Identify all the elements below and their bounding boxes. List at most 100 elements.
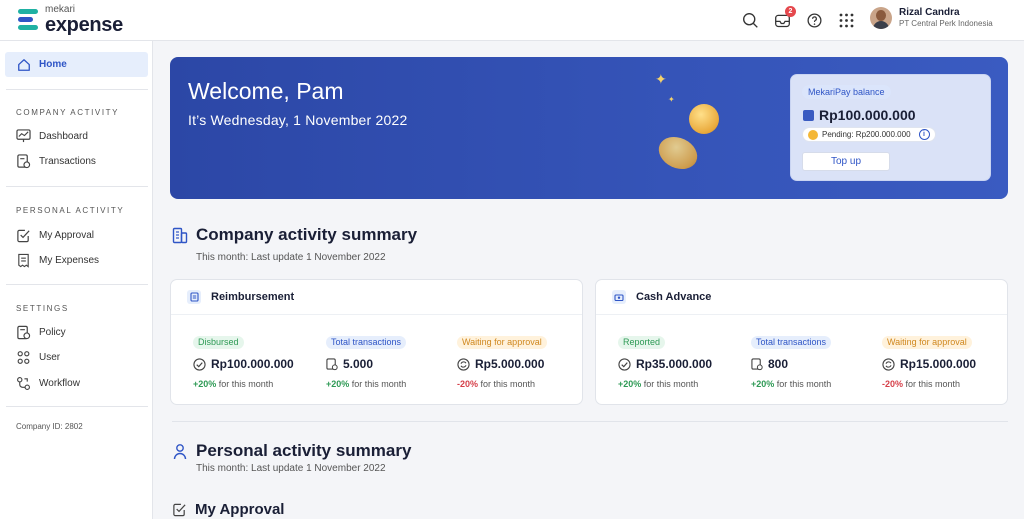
metric-label: Waiting for approval [882, 336, 972, 349]
metric-waiting-approval: Waiting for approval Rp5.000.000 -20% fo… [457, 332, 547, 389]
user-profile-menu[interactable]: Rizal Candra PT Central Perk Indonesia [870, 7, 993, 29]
metric-total-transactions: Total transactions 800 +20% for this mon… [751, 332, 831, 389]
cash-advance-card[interactable]: Cash Advance Reported Rp35.000.000 +20% … [595, 279, 1008, 405]
search-icon[interactable] [740, 10, 760, 30]
metric-trend: +20% [326, 379, 350, 389]
sidebar-item-dashboard[interactable]: Dashboard [16, 129, 88, 143]
approval-icon [17, 229, 30, 243]
section-title: Company activity summary [196, 225, 418, 244]
sparkle-icon: ✦ [668, 95, 675, 104]
workflow-icon [17, 377, 30, 390]
pending-icon [808, 129, 818, 140]
cash-icon [612, 290, 626, 304]
top-bar: mekari expense 2 Rizal Candra PT Central… [0, 0, 1024, 41]
sidebar-item-my-expenses[interactable]: My Expenses [16, 253, 99, 268]
inbox-icon[interactable]: 2 [772, 6, 796, 30]
apps-grid-icon[interactable] [836, 10, 856, 30]
metric-trend-text: for this month [478, 379, 536, 389]
metric-waiting-approval: Waiting for approval Rp15.000.000 -20% f… [882, 332, 976, 389]
sidebar-item-label: Policy [39, 327, 66, 338]
metric-value: Rp5.000.000 [475, 357, 545, 371]
personal-summary-heading: Personal activity summary [172, 441, 411, 461]
divider [6, 406, 148, 407]
help-icon[interactable] [804, 10, 824, 30]
metric-label: Disbursed [193, 336, 244, 349]
sidebar-item-home[interactable]: Home [5, 52, 148, 77]
metric-value: 800 [768, 357, 789, 371]
home-icon [18, 58, 30, 71]
reimbursement-card[interactable]: Reimbursement Disbursed Rp100.000.000 +2… [170, 279, 583, 405]
transactions-icon [17, 154, 31, 169]
metric-total-transactions: Total transactions 5.000 +20% for this m… [326, 332, 406, 389]
welcome-date: It’s Wednesday, 1 November 2022 [188, 112, 408, 128]
sidebar-item-transactions[interactable]: Transactions [16, 154, 96, 169]
top-up-button[interactable]: Top up [802, 152, 890, 171]
person-icon [173, 443, 187, 459]
my-approval-heading: My Approval [172, 501, 284, 518]
company-summary-heading: Company activity summary [172, 225, 417, 245]
pending-balance: Pending: Rp200.000.000 i [802, 127, 936, 142]
refresh-circle-icon [457, 357, 470, 371]
sidebar-item-label: Workflow [39, 378, 80, 389]
metric-value: Rp15.000.000 [900, 357, 977, 371]
sidebar-item-policy[interactable]: Policy [16, 325, 66, 340]
coin-illustration [653, 130, 703, 176]
sidebar-item-label: Home [39, 59, 67, 70]
section-title: My Approval [195, 501, 285, 518]
sidebar: Home COMPANY ACTIVITY Dashboard Transact… [0, 41, 153, 519]
logo-mark-icon [18, 7, 38, 33]
building-icon [172, 227, 188, 243]
receipt-icon [187, 290, 201, 304]
section-subtitle: This month: Last update 1 November 2022 [196, 463, 386, 474]
card-title: Reimbursement [211, 291, 295, 303]
metric-disbursed: Disbursed Rp100.000.000 +20% for this mo… [193, 332, 294, 389]
info-icon[interactable]: i [918, 129, 930, 140]
document-icon [326, 357, 338, 370]
user-name: Rizal Candra [899, 7, 960, 19]
logo-product: expense [45, 14, 123, 36]
sidebar-item-label: Transactions [39, 156, 96, 167]
sidebar-item-my-approval[interactable]: My Approval [16, 228, 94, 243]
metric-label: Reported [618, 336, 666, 349]
metric-trend: +20% [193, 379, 217, 389]
metric-trend-text: for this month [774, 379, 832, 389]
sidebar-item-label: User [39, 352, 61, 363]
app-logo[interactable]: mekari expense [18, 5, 123, 35]
metric-trend-text: for this month [903, 379, 961, 389]
balance-amount: Rp100.000.000 [803, 107, 916, 123]
balance-value: Rp100.000.000 [819, 107, 916, 123]
sidebar-item-label: My Expenses [39, 255, 100, 266]
section-personal-activity: PERSONAL ACTIVITY [16, 206, 125, 215]
metric-trend-text: for this month [216, 379, 274, 389]
company-id: Company ID: 2802 [16, 422, 83, 431]
metric-value: 5.000 [343, 357, 374, 371]
sidebar-item-label: Dashboard [39, 130, 88, 142]
section-settings: SETTINGS [16, 304, 69, 313]
divider [6, 186, 148, 187]
metric-trend: -20% [882, 379, 904, 389]
notification-badge: 2 [785, 6, 796, 17]
welcome-title: Welcome, Pam [188, 78, 344, 104]
document-icon [751, 357, 763, 370]
wallet-icon [803, 109, 814, 121]
metric-value: Rp35.000.000 [636, 357, 713, 371]
metric-trend-text: for this month [349, 379, 407, 389]
metric-trend: +20% [618, 379, 642, 389]
policy-icon [17, 325, 31, 340]
check-circle-icon [193, 357, 206, 371]
metric-reported: Reported Rp35.000.000 +20% for this mont… [618, 332, 712, 389]
check-circle-icon [618, 357, 631, 371]
mekaripay-balance-card: MekariPay balance Rp100.000.000 Pending:… [790, 74, 991, 181]
metric-trend: -20% [457, 379, 479, 389]
sidebar-item-user[interactable]: User [16, 350, 60, 365]
approval-icon [173, 503, 186, 517]
pending-text: Pending: Rp200.000.000 [822, 130, 911, 139]
user-company: PT Central Perk Indonesia [899, 19, 993, 29]
divider [172, 421, 1008, 422]
metric-value: Rp100.000.000 [211, 357, 294, 371]
sidebar-item-label: My Approval [39, 230, 95, 241]
card-title: Cash Advance [636, 291, 712, 303]
sparkle-icon: ✦ [655, 71, 667, 87]
metric-trend: +20% [751, 379, 775, 389]
sidebar-item-workflow[interactable]: Workflow [16, 376, 80, 391]
